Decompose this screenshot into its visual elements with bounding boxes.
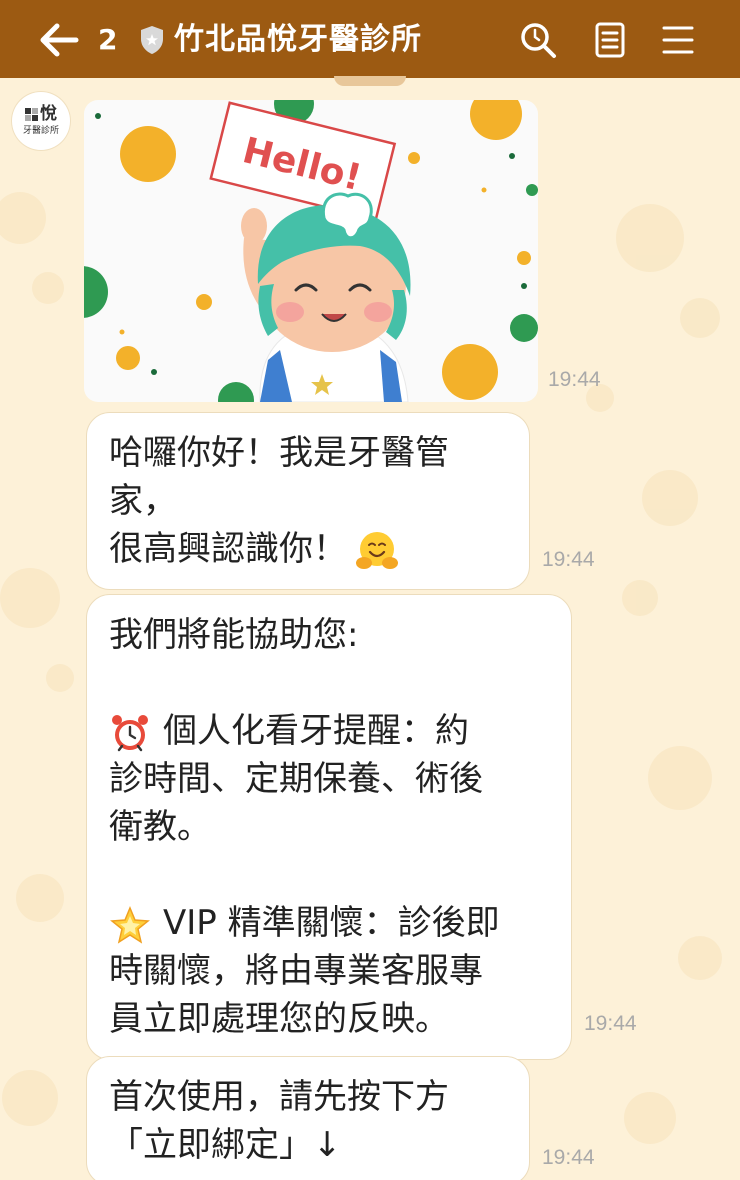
message-time: 19:44	[542, 1146, 595, 1169]
hello-sticker[interactable]: Hello!	[84, 100, 538, 402]
message-time: 19:44	[548, 368, 601, 391]
message-line: 哈囉你好！我是牙醫管	[109, 433, 449, 473]
message-line: 「立即綁定」↓	[109, 1125, 342, 1165]
back-arrow-icon[interactable]	[38, 22, 80, 58]
glowing-star-icon	[110, 905, 150, 944]
message-line-with-emoji: 很高興認識你！	[109, 525, 507, 573]
message-line: 衛教。	[109, 807, 211, 847]
message-line: 我們將能協助您:	[109, 615, 359, 655]
chat-header: 2 竹北品悅牙醫診所	[0, 0, 740, 78]
message-text: 個人化看牙提醒：約	[163, 711, 469, 751]
service-vip-line: VIP 精準關懷：診後即	[109, 899, 549, 947]
message-line: 員立即處理您的反映。	[109, 999, 449, 1039]
clinic-avatar[interactable]: 悅 牙醫診所	[12, 92, 70, 150]
message-line: 時關懷，將由專業客服專	[109, 951, 483, 991]
logo-text: 悅	[40, 104, 57, 124]
alarm-clock-icon	[112, 714, 148, 751]
search-icon[interactable]	[518, 20, 558, 60]
message-text: 很高興認識你！	[109, 529, 347, 569]
hugging-face-icon	[356, 531, 398, 569]
service-reminder-line: 個人化看牙提醒：約	[109, 707, 549, 755]
chat-title: 竹北品悅牙醫診所	[174, 22, 422, 57]
message-line: 家，	[109, 481, 177, 521]
message-bubble-bind-instruction[interactable]: 首次使用，請先按下方 「立即綁定」↓	[86, 1056, 530, 1180]
shield-badge-icon	[141, 26, 163, 54]
menu-icon[interactable]	[658, 20, 698, 60]
message-bubble-greeting[interactable]: 哈囉你好！我是牙醫管 家， 很高興認識你！	[86, 412, 530, 590]
loading-pill	[334, 76, 406, 86]
unread-count: 2	[98, 23, 118, 56]
avatar-logo: 悅	[25, 105, 57, 123]
message-bubble-services[interactable]: 我們將能協助您: 個人化看牙提醒：約 診時間、定期保養、術後 衛教。 VIP 精…	[86, 594, 572, 1060]
notes-icon[interactable]	[590, 20, 630, 60]
logo-squares-icon	[25, 107, 38, 121]
message-line: 診時間、定期保養、術後	[109, 759, 483, 799]
message-line: 首次使用，請先按下方	[109, 1077, 449, 1117]
message-time: 19:44	[584, 1012, 637, 1035]
logo-subtext: 牙醫診所	[22, 126, 59, 136]
message-text: VIP 精準關懷：診後即	[163, 903, 500, 943]
message-time: 19:44	[542, 548, 595, 571]
